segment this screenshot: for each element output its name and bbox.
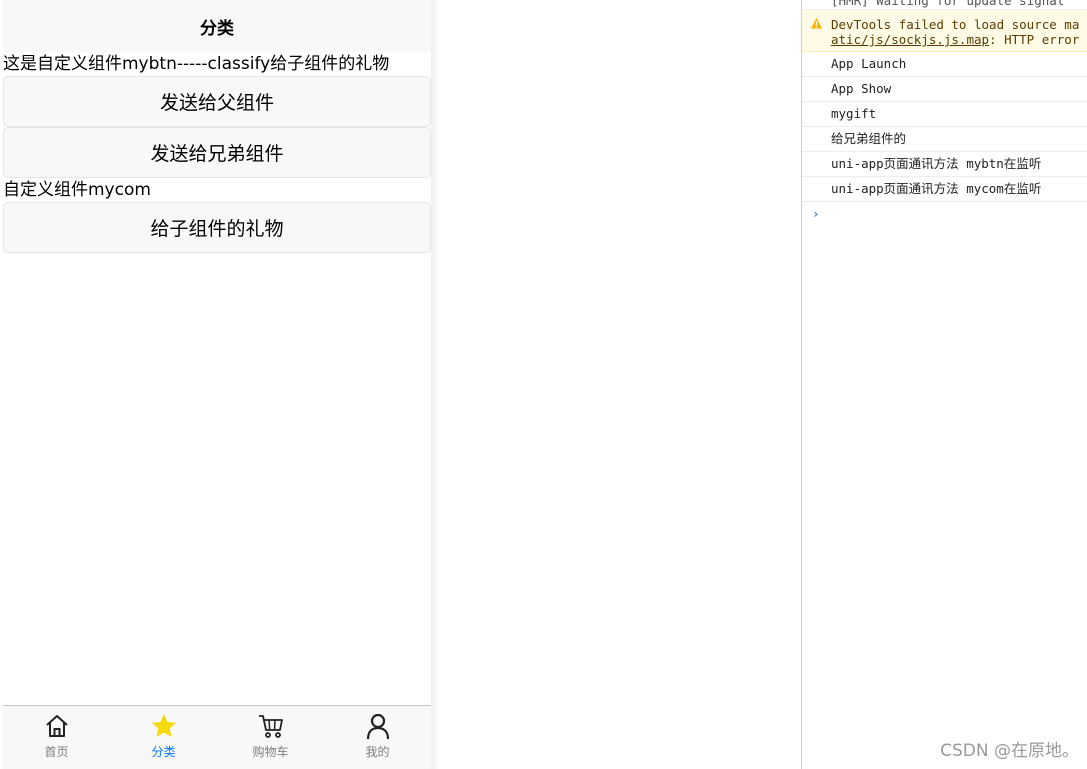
devtools-console: [HMR] Waiting for update signal DevTools… <box>801 0 1087 769</box>
tabbar: 首页 分类 购物车 我的 <box>3 705 431 769</box>
warning-detail: atic/js/sockjs.js.map: HTTP error <box>831 32 1087 47</box>
tab-mine[interactable]: 我的 <box>324 706 431 769</box>
gift-button[interactable]: 给子组件的礼物 <box>3 202 431 253</box>
warning-line: DevTools failed to load source ma <box>831 17 1080 32</box>
warning-error-text: : HTTP error <box>989 32 1080 47</box>
warning-icon <box>810 17 823 29</box>
tab-cart[interactable]: 购物车 <box>217 706 324 769</box>
tab-classify[interactable]: 分类 <box>110 706 217 769</box>
star-icon <box>151 714 176 737</box>
console-log-row: App Launch <box>802 52 1087 77</box>
tab-label: 分类 <box>151 745 176 759</box>
warning-source-link[interactable]: atic/js/sockjs.js.map <box>831 32 989 47</box>
tab-home[interactable]: 首页 <box>3 706 110 769</box>
console-prompt[interactable]: › <box>802 202 1087 226</box>
watermark: CSDN @在原地。 <box>940 741 1079 761</box>
home-icon <box>45 715 68 737</box>
send-to-parent-button[interactable]: 发送给父组件 <box>3 76 431 127</box>
mybtn-text: 这是自定义组件mybtn-----classify给子组件的礼物 <box>3 54 390 74</box>
tab-label: 首页 <box>44 745 69 759</box>
tab-label: 我的 <box>365 745 390 759</box>
page-title: 分类 <box>200 18 234 39</box>
navbar: 分类 <box>3 0 431 52</box>
console-log-row: uni-app页面通讯方法 mybtn在监听 <box>802 152 1087 177</box>
console-log-row: [HMR] Waiting for update signal <box>802 0 1087 10</box>
console-log-row: 给兄弟组件的 <box>802 127 1087 152</box>
console-warning: DevTools failed to load source ma atic/j… <box>802 10 1087 52</box>
user-icon <box>366 713 389 740</box>
console-log-row: uni-app页面通讯方法 mycom在监听 <box>802 177 1087 202</box>
cart-icon <box>258 715 283 738</box>
tab-label: 购物车 <box>252 745 289 759</box>
page-content: 这是自定义组件mybtn-----classify给子组件的礼物 发送给父组件 … <box>3 52 431 253</box>
mycom-text: 自定义组件mycom <box>3 180 151 200</box>
phone-simulator: 分类 这是自定义组件mybtn-----classify给子组件的礼物 发送给父… <box>3 0 431 769</box>
send-to-sibling-button[interactable]: 发送给兄弟组件 <box>3 127 431 178</box>
phone-shadow <box>431 0 441 769</box>
console-log-row: App Show <box>802 77 1087 102</box>
console-log-row: mygift <box>802 102 1087 127</box>
